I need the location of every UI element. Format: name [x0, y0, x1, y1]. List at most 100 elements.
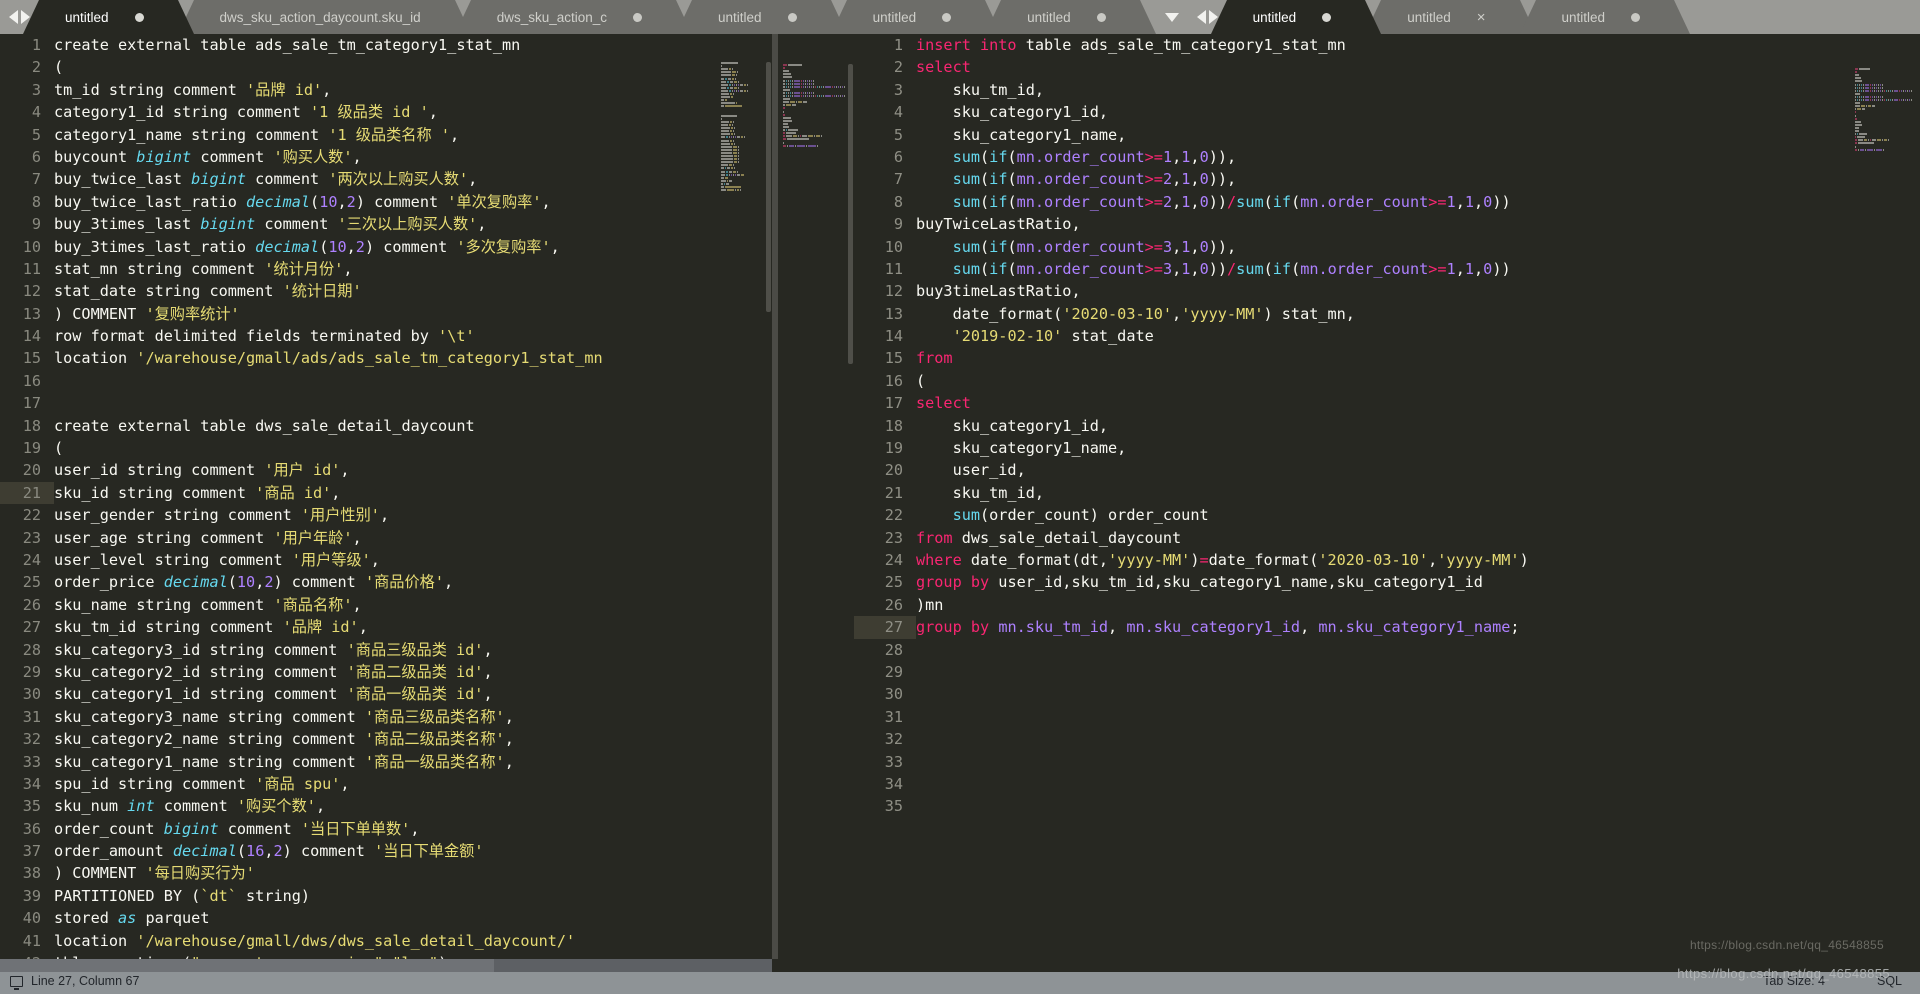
- code-line[interactable]: 26 sku_name string comment '商品名称',: [0, 594, 772, 616]
- tab-left-3[interactable]: untitled: [676, 0, 847, 34]
- code-line[interactable]: 23 from dws_sale_detail_daycount: [854, 527, 1920, 549]
- code-text[interactable]: [916, 773, 1920, 795]
- code-line[interactable]: 32 sku_category2_name string comment '商品二…: [0, 728, 772, 750]
- code-line[interactable]: 14 '2019-02-10' stat_date: [854, 325, 1920, 347]
- code-line[interactable]: 29 sku_category2_id string comment '商品二级品…: [0, 661, 772, 683]
- code-text[interactable]: user_id string comment '用户 id',: [54, 459, 772, 481]
- code-text[interactable]: sku_category1_id,: [916, 101, 1920, 123]
- code-text[interactable]: sku_category2_id string comment '商品二级品类 …: [54, 661, 772, 683]
- code-line[interactable]: 32: [854, 728, 1920, 750]
- triangle-down-icon[interactable]: [1164, 12, 1179, 22]
- editor-pane-right[interactable]: 1 insert into table ads_sale_tm_category1…: [778, 34, 1920, 959]
- code-line[interactable]: 34 spu_id string comment '商品 spu',: [0, 773, 772, 795]
- code-text[interactable]: where date_format(dt,'yyyy-MM')=date_for…: [916, 549, 1920, 571]
- code-text[interactable]: insert into table ads_sale_tm_category1_…: [916, 34, 1920, 56]
- code-text[interactable]: [916, 795, 1920, 817]
- code-text[interactable]: [916, 639, 1920, 661]
- code-text[interactable]: order_price decimal(10,2) comment '商品价格'…: [54, 571, 772, 593]
- code-text[interactable]: ) COMMENT '每日购买行为': [54, 862, 772, 884]
- code-text[interactable]: [916, 728, 1920, 750]
- code-line[interactable]: 29: [854, 661, 1920, 683]
- code-text[interactable]: group by user_id,sku_tm_id,sku_category1…: [916, 571, 1920, 593]
- code-line[interactable]: 25 order_price decimal(10,2) comment '商品价…: [0, 571, 772, 593]
- code-text[interactable]: (: [54, 56, 772, 78]
- tab-modified-dot-icon[interactable]: [134, 12, 144, 22]
- code-line[interactable]: 8 sum(if(mn.order_count>=2,1,0))/sum(if(…: [854, 191, 1920, 213]
- code-line[interactable]: 11 stat_mn string comment '统计月份',: [0, 258, 772, 280]
- code-text[interactable]: sku_id string comment '商品 id',: [54, 482, 772, 504]
- code-text[interactable]: create external table ads_sale_tm_catego…: [54, 34, 772, 56]
- code-content-left[interactable]: 1 create external table ads_sale_tm_categ…: [0, 34, 772, 959]
- minimap-scroll-thumb[interactable]: [848, 64, 853, 364]
- code-line[interactable]: 19 (: [0, 437, 772, 459]
- code-line[interactable]: 12 buy3timeLastRatio,: [854, 280, 1920, 302]
- code-line[interactable]: 33: [854, 751, 1920, 773]
- code-line[interactable]: 11 sum(if(mn.order_count>=3,1,0))/sum(if…: [854, 258, 1920, 280]
- code-text[interactable]: sku_category1_id,: [916, 415, 1920, 437]
- code-text[interactable]: user_age string comment '用户年龄',: [54, 527, 772, 549]
- code-text[interactable]: from: [916, 347, 1920, 369]
- code-line[interactable]: 15 from: [854, 347, 1920, 369]
- code-text[interactable]: sku_category1_name,: [916, 437, 1920, 459]
- tab-left-4[interactable]: untitled: [830, 0, 1001, 34]
- code-text[interactable]: from dws_sale_detail_daycount: [916, 527, 1920, 549]
- code-line[interactable]: 40 stored as parquet: [0, 907, 772, 929]
- code-line[interactable]: 39 PARTITIONED BY (`dt` string): [0, 885, 772, 907]
- tab-right-2[interactable]: untitled: [1519, 0, 1690, 34]
- code-text[interactable]: sku_category1_id string comment '商品一级品类 …: [54, 683, 772, 705]
- code-line[interactable]: 6 buycount bigint comment '购买人数',: [0, 146, 772, 168]
- code-line[interactable]: 31: [854, 706, 1920, 728]
- code-text[interactable]: '2019-02-10' stat_date: [916, 325, 1920, 347]
- code-text[interactable]: location '/warehouse/gmall/ads/ads_sale_…: [54, 347, 772, 369]
- code-text[interactable]: stat_mn string comment '统计月份',: [54, 258, 772, 280]
- code-text[interactable]: row format delimited fields terminated b…: [54, 325, 772, 347]
- tab-left-5[interactable]: untitled: [985, 0, 1156, 34]
- code-line[interactable]: 41 location '/warehouse/gmall/dws/dws_sal…: [0, 930, 772, 952]
- code-line[interactable]: 36 order_count bigint comment '当日下单单数',: [0, 818, 772, 840]
- code-line[interactable]: 7 sum(if(mn.order_count>=2,1,0)),: [854, 168, 1920, 190]
- code-text[interactable]: sku_category1_name string comment '商品一级品…: [54, 751, 772, 773]
- tab-dropdown-button[interactable]: [1156, 0, 1188, 34]
- code-line[interactable]: 15 location '/warehouse/gmall/ads/ads_sal…: [0, 347, 772, 369]
- code-text[interactable]: sum(if(mn.order_count>=3,1,0))/sum(if(mn…: [916, 258, 1920, 280]
- code-line[interactable]: 4 category1_id string comment '1 级品类 id '…: [0, 101, 772, 123]
- code-text[interactable]: create external table dws_sale_detail_da…: [54, 415, 772, 437]
- code-text[interactable]: sku_category3_id string comment '商品三级品类 …: [54, 639, 772, 661]
- code-line[interactable]: 24 user_level string comment '用户等级',: [0, 549, 772, 571]
- tab-modified-dot-icon[interactable]: [1322, 12, 1332, 22]
- code-text[interactable]: sku_category3_name string comment '商品三级品…: [54, 706, 772, 728]
- code-line[interactable]: 3 tm_id string comment '品牌 id',: [0, 79, 772, 101]
- code-text[interactable]: [54, 370, 772, 392]
- code-line[interactable]: 31 sku_category3_name string comment '商品三…: [0, 706, 772, 728]
- code-text[interactable]: sum(if(mn.order_count>=1,1,0)),: [916, 146, 1920, 168]
- code-line[interactable]: 14 row format delimited fields terminated…: [0, 325, 772, 347]
- code-text[interactable]: tm_id string comment '品牌 id',: [54, 79, 772, 101]
- code-line[interactable]: 35: [854, 795, 1920, 817]
- tab-right-0[interactable]: untitled: [1210, 0, 1381, 34]
- code-line[interactable]: 1 insert into table ads_sale_tm_category1…: [854, 34, 1920, 56]
- code-line[interactable]: 37 order_amount decimal(16,2) comment '当日…: [0, 840, 772, 862]
- code-text[interactable]: (: [54, 437, 772, 459]
- minimap-right[interactable]: [778, 34, 846, 959]
- code-text[interactable]: user_id,: [916, 459, 1920, 481]
- code-line[interactable]: 2 select: [854, 56, 1920, 78]
- code-line[interactable]: 10 buy_3times_last_ratio decimal(10,2) co…: [0, 236, 772, 258]
- tab-right-1[interactable]: untitled ×: [1365, 0, 1536, 34]
- code-line[interactable]: 22 sum(order_count) order_count: [854, 504, 1920, 526]
- code-line[interactable]: 30 sku_category1_id string comment '商品一级品…: [0, 683, 772, 705]
- code-line[interactable]: 9 buyTwiceLastRatio,: [854, 213, 1920, 235]
- code-line[interactable]: 22 user_gender string comment '用户性别',: [0, 504, 772, 526]
- code-line[interactable]: 13 date_format('2020-03-10','yyyy-MM') s…: [854, 303, 1920, 325]
- code-text[interactable]: sku_num int comment '购买个数',: [54, 795, 772, 817]
- code-line[interactable]: 30: [854, 683, 1920, 705]
- code-line[interactable]: 16 (: [854, 370, 1920, 392]
- triangle-left-icon-2[interactable]: [1196, 10, 1206, 24]
- code-line[interactable]: 20 user_id,: [854, 459, 1920, 481]
- code-line[interactable]: 20 user_id string comment '用户 id',: [0, 459, 772, 481]
- code-line[interactable]: 3 sku_tm_id,: [854, 79, 1920, 101]
- code-text[interactable]: [916, 751, 1920, 773]
- tab-modified-dot-icon[interactable]: [633, 12, 643, 22]
- code-text[interactable]: date_format('2020-03-10','yyyy-MM') stat…: [916, 303, 1920, 325]
- code-text[interactable]: [916, 683, 1920, 705]
- code-text[interactable]: sum(if(mn.order_count>=3,1,0)),: [916, 236, 1920, 258]
